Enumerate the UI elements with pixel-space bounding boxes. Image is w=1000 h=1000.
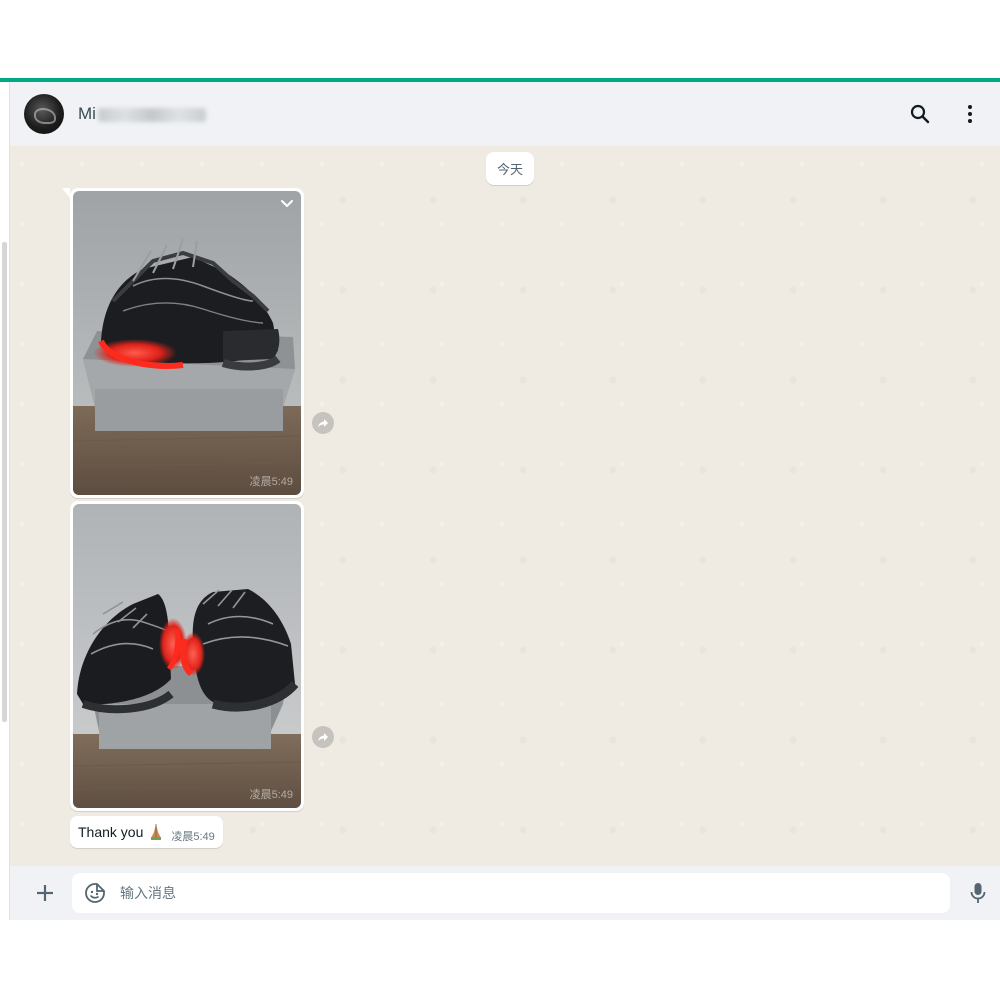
composer-bar — [10, 866, 1000, 920]
whatsapp-window: Mi 今天 凌晨5:49 凌晨5:49 Thank you 凌晨5:49 输入消… — [0, 78, 1000, 920]
folded-hands-emoji-icon — [149, 823, 163, 841]
chevron-down-icon[interactable] — [279, 195, 295, 211]
message-text: Thank you — [78, 824, 144, 840]
contact-name-redacted — [97, 107, 206, 122]
image-timestamp: 凌晨5:49 — [249, 789, 293, 801]
image-message[interactable]: 凌晨5:49 — [70, 501, 304, 811]
message-input-box[interactable] — [72, 873, 950, 913]
plus-icon[interactable] — [36, 884, 54, 902]
kebab-menu-icon[interactable] — [958, 102, 982, 126]
contact-name-text: Mi — [78, 104, 96, 123]
text-message[interactable]: Thank you 凌晨5:49 — [70, 816, 223, 848]
forward-icon[interactable] — [312, 412, 334, 434]
forward-icon[interactable] — [312, 726, 334, 748]
scrollbar[interactable] — [2, 242, 7, 722]
chat-area[interactable]: 今天 凌晨5:49 凌晨5:49 Thank you 凌晨5:49 — [10, 146, 1000, 866]
search-icon[interactable] — [908, 102, 932, 126]
left-scroll-strip — [0, 82, 10, 920]
message-input[interactable] — [120, 885, 900, 901]
shoe-photo-1[interactable]: 凌晨5:49 — [73, 191, 301, 495]
shoe-photo-2[interactable]: 凌晨5:49 — [73, 504, 301, 808]
image-message[interactable]: 凌晨5:49 — [62, 188, 304, 498]
microphone-icon[interactable] — [970, 882, 986, 904]
image-timestamp: 凌晨5:49 — [249, 476, 293, 488]
contact-name[interactable]: Mi — [78, 104, 206, 124]
header-actions — [908, 102, 982, 126]
chat-header: Mi — [10, 82, 1000, 146]
date-divider: 今天 — [486, 152, 534, 185]
sticker-icon[interactable] — [84, 882, 106, 904]
message-timestamp: 凌晨5:49 — [171, 831, 215, 843]
contact-avatar[interactable] — [24, 94, 64, 134]
